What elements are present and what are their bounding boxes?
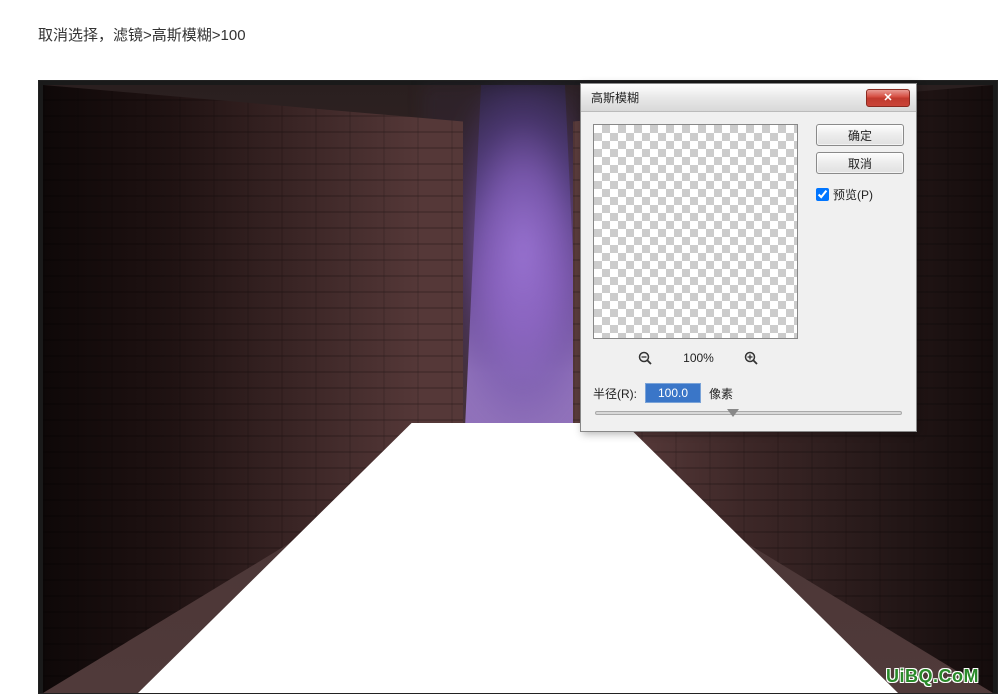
zoom-controls: 100% — [593, 349, 804, 367]
gaussian-blur-dialog: 高斯模糊 ✕ 100% 确定 取消 预览(P) — [580, 83, 917, 432]
close-button[interactable]: ✕ — [866, 89, 910, 107]
zoom-level-label: 100% — [679, 351, 719, 365]
cancel-button[interactable]: 取消 — [816, 152, 904, 174]
radius-slider[interactable] — [595, 411, 902, 415]
watermark-text: UiBQ.CoM — [886, 666, 979, 687]
preview-checkbox-row[interactable]: 预览(P) — [816, 186, 904, 203]
preview-checkbox[interactable] — [816, 188, 829, 201]
zoom-in-icon — [744, 351, 759, 366]
ok-button[interactable]: 确定 — [816, 124, 904, 146]
radius-label: 半径(R): — [593, 385, 637, 402]
preview-canvas[interactable] — [593, 124, 798, 339]
dialog-titlebar[interactable]: 高斯模糊 ✕ — [581, 84, 916, 112]
dialog-title: 高斯模糊 — [591, 89, 639, 106]
zoom-in-button[interactable] — [743, 349, 761, 367]
radius-slider-thumb[interactable] — [727, 409, 739, 417]
radius-row: 半径(R): 像素 — [581, 379, 916, 411]
zoom-out-icon — [638, 351, 653, 366]
radius-slider-row — [581, 411, 916, 431]
preview-checkbox-label: 预览(P) — [833, 186, 873, 203]
radius-input[interactable] — [645, 383, 701, 403]
dialog-side-controls: 确定 取消 预览(P) — [816, 124, 904, 203]
zoom-out-button[interactable] — [637, 349, 655, 367]
radius-unit-label: 像素 — [709, 385, 733, 402]
close-icon: ✕ — [883, 91, 892, 104]
preview-area: 100% — [593, 124, 804, 367]
dialog-body: 100% 确定 取消 预览(P) — [581, 112, 916, 379]
instruction-text: 取消选择，滤镜>高斯模糊>100 — [38, 24, 246, 45]
